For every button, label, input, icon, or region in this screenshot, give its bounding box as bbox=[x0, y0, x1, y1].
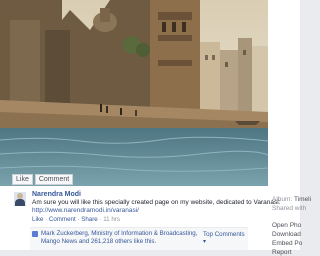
avatar-body bbox=[15, 199, 25, 206]
post-details: Narendra Modi Am sure you will like this… bbox=[0, 186, 280, 250]
thumbs-up-icon bbox=[32, 231, 38, 237]
photo-comment-button[interactable]: Comment bbox=[34, 174, 74, 185]
shared-with-label[interactable]: Shared with bbox=[272, 205, 306, 212]
avatar[interactable] bbox=[14, 192, 26, 206]
photo-like-comment-bar: Like Comment bbox=[12, 174, 74, 185]
album-link[interactable]: Timeli bbox=[294, 196, 311, 203]
post-share-button[interactable]: Share bbox=[81, 216, 98, 223]
report-link[interactable]: Report bbox=[272, 249, 292, 256]
photo-info-panel: Album: Timeli Shared with Open Pho Downl… bbox=[268, 0, 311, 256]
photo-like-button[interactable]: Like bbox=[12, 174, 33, 185]
likes-text[interactable]: Mark Zuckerberg, Ministry of Information… bbox=[41, 230, 197, 245]
download-link[interactable]: Download bbox=[272, 231, 301, 238]
post-like-button[interactable]: Like bbox=[32, 216, 43, 223]
post-comment-button[interactable]: Comment bbox=[49, 216, 76, 223]
top-comments-dropdown[interactable]: Top Comments ▾ bbox=[203, 231, 248, 245]
post-timestamp[interactable]: 11 hrs bbox=[103, 216, 120, 223]
varanasi-ghats-photo bbox=[0, 0, 268, 186]
post-link[interactable]: http://www.narendramodi.in/varanasi/ bbox=[32, 207, 139, 214]
post-photo[interactable] bbox=[0, 0, 268, 186]
post-author[interactable]: Narendra Modi bbox=[32, 191, 81, 198]
open-photo-link[interactable]: Open Pho bbox=[272, 222, 301, 229]
likes-summary: Mark Zuckerberg, Ministry of Information… bbox=[30, 227, 248, 250]
embed-post-link[interactable]: Embed Po bbox=[272, 240, 302, 247]
post-text: Am sure you will like this specially cre… bbox=[32, 199, 281, 206]
post-actions: Like · Comment · Share · 11 hrs bbox=[32, 216, 120, 223]
